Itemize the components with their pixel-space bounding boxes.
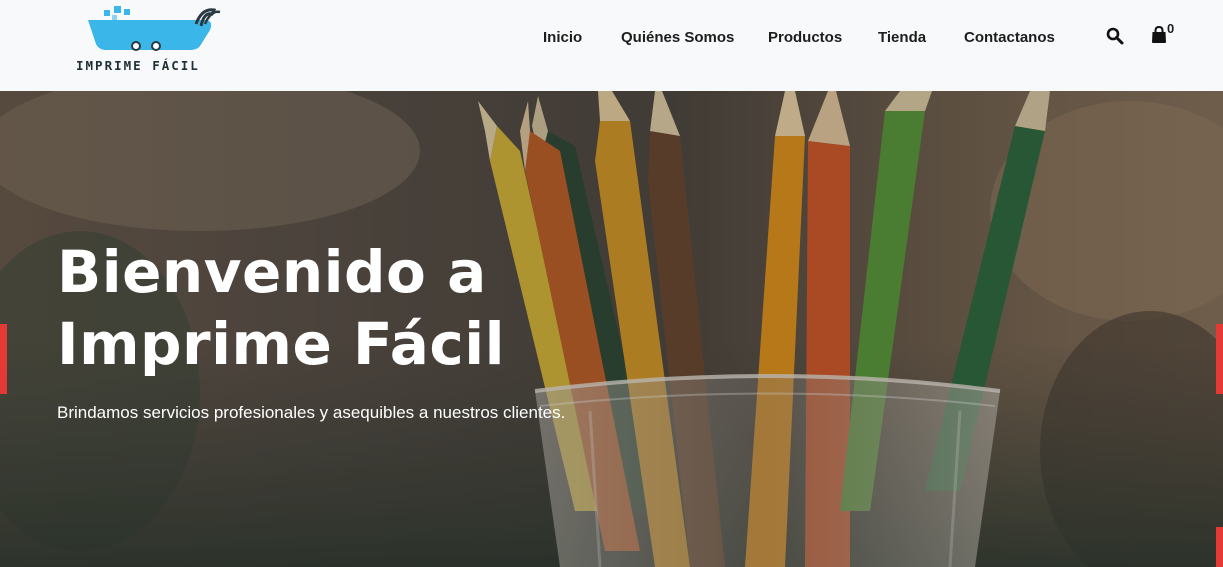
search-button[interactable]: [1106, 27, 1126, 47]
hero-subtitle: Brindamos servicios profesionales y aseq…: [57, 403, 566, 422]
nav-item-inicio[interactable]: Inicio: [543, 28, 582, 48]
hero-title-line-1: Bienvenido a: [57, 238, 487, 306]
cart-count-badge: 0: [1167, 21, 1175, 36]
shopping-bag-icon: [1152, 25, 1166, 43]
main-nav: Inicio Quiénes Somos Productos Tienda Co…: [0, 0, 1223, 91]
slider-next-button[interactable]: [1216, 324, 1223, 394]
slider-side-tab[interactable]: [1216, 527, 1223, 567]
site-header: IMPRIME FÁCIL Inicio Quiénes Somos Produ…: [0, 0, 1223, 91]
nav-item-tienda[interactable]: Tienda: [878, 28, 926, 48]
hero-title: Bienvenido a Imprime Fácil: [57, 236, 617, 380]
hero-section: Bienvenido a Imprime Fácil Brindamos ser…: [0, 91, 1223, 567]
slider-prev-button[interactable]: [0, 324, 7, 394]
nav-item-quienes-somos[interactable]: Quiénes Somos: [621, 28, 734, 48]
nav-item-contactanos[interactable]: Contactanos: [964, 28, 1055, 48]
search-icon: [1106, 27, 1124, 45]
nav-item-productos[interactable]: Productos: [768, 28, 842, 48]
hero-title-line-2: Imprime Fácil: [57, 310, 505, 378]
